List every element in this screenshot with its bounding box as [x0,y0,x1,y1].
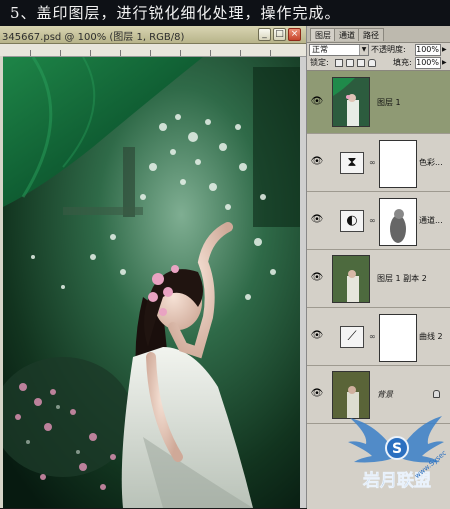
chevron-down-icon: ▼ [359,45,368,55]
lock-all-icon[interactable] [368,59,376,67]
panel-tabs: 图层 通道 路径 [307,26,450,43]
fill-arrow-icon[interactable]: ▶ [442,57,447,69]
photo-canvas[interactable] [3,57,300,508]
layer-row[interactable]: 👁 ⟋ ∞ 曲线 2 [307,308,450,366]
chain-link-icon[interactable]: ∞ [369,158,376,167]
layer-mask[interactable] [379,198,417,246]
minimize-button[interactable]: _ [258,28,271,41]
blend-options-row: 正常 ▼ 不透明度: 100% ▶ [307,44,450,58]
tab-layers[interactable]: 图层 [310,28,336,41]
svg-text:S: S [392,441,402,457]
document-titlebar[interactable]: 345667.psd @ 100% (图层 1, RGB/8) _ □ × [0,26,306,44]
blend-mode-value: 正常 [312,45,328,54]
maximize-button[interactable]: □ [273,28,286,41]
opacity-field[interactable]: 100% [415,44,441,56]
tab-channels[interactable]: 通道 [334,28,360,41]
layer-row[interactable]: 👁 ⧗ ∞ 色彩... [307,134,450,192]
curves-icon: ⟋ [340,326,364,348]
hue-saturation-icon: ⧗ [340,152,364,174]
layer-row[interactable]: 👁 图层 1 副本 2 [307,250,450,308]
lock-fill-row: 锁定: 填充: 100% ▶ [307,57,450,71]
eye-icon[interactable]: 👁 [310,330,324,342]
eye-icon[interactable]: 👁 [310,388,324,400]
layer-row[interactable]: 👁 ◐ ∞ 通道... [307,192,450,250]
eye-icon[interactable]: 👁 [310,214,324,226]
channel-mixer-icon: ◐ [340,210,364,232]
layer-name: 通道... [419,216,443,225]
opacity-arrow-icon[interactable]: ▶ [442,44,447,56]
lock-move-icon[interactable] [357,59,365,67]
fill-field[interactable]: 100% [415,57,441,69]
close-button[interactable]: × [288,28,301,41]
layer-name: 图层 1 [377,98,401,107]
blend-mode-select[interactable]: 正常 ▼ [309,44,369,56]
ruler-horizontal[interactable] [0,44,306,57]
document-title: 345667.psd @ 100% (图层 1, RGB/8) [2,32,185,43]
fill-label: 填充: [393,58,412,67]
document-window: 345667.psd @ 100% (图层 1, RGB/8) _ □ × [0,26,306,508]
layer-mask[interactable] [379,314,417,362]
chain-link-icon[interactable]: ∞ [369,216,376,225]
layer-thumbnail [332,255,370,303]
layer-name: 图层 1 副本 2 [377,274,427,283]
layer-name: 曲线 2 [419,332,443,341]
lock-transparent-icon[interactable] [335,59,343,67]
layer-name: 色彩... [419,158,443,167]
watermark-logo: S 岩月联盟 www.Sysec [346,404,448,504]
layer-row[interactable]: 👁 图层 1 [307,71,450,134]
lock-label: 锁定: [310,58,329,67]
photo-illustration [3,57,300,508]
eye-icon[interactable]: 👁 [310,156,324,168]
opacity-label: 不透明度: [371,45,406,54]
instruction-banner: 5、盖印图层，进行锐化细化处理，操作完成。 [0,0,450,26]
eye-icon[interactable]: 👁 [310,272,324,284]
layer-thumbnail [332,77,370,127]
layer-name: 背景 [377,390,393,399]
lock-paint-icon[interactable] [346,59,354,67]
lock-icon [433,390,440,398]
layer-mask[interactable] [379,140,417,188]
chain-link-icon[interactable]: ∞ [369,332,376,341]
eye-icon[interactable]: 👁 [310,96,324,108]
tab-paths[interactable]: 路径 [358,28,384,41]
